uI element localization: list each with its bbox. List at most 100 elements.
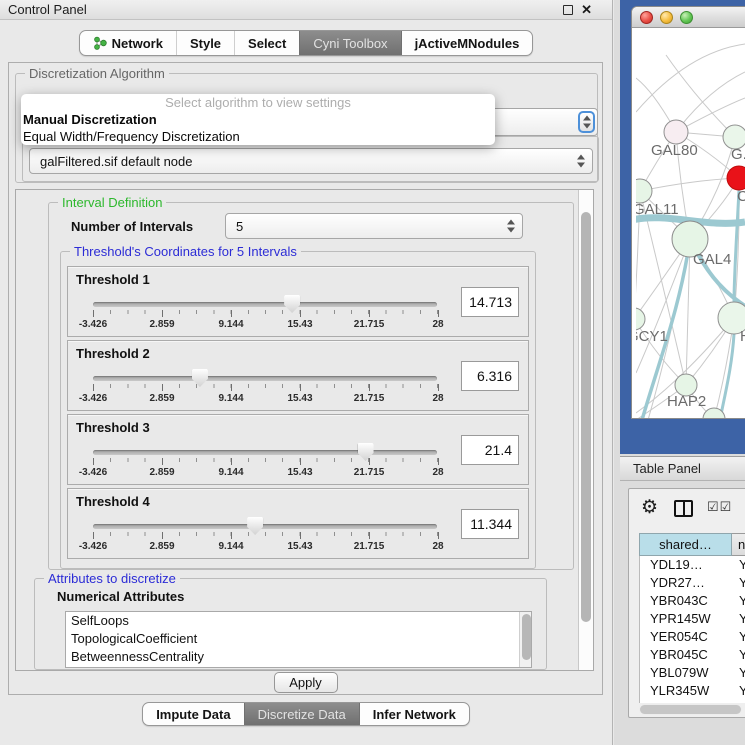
threshold-slider[interactable]: -3.4262.8599.14415.4321.71528 bbox=[93, 367, 438, 409]
tab-infer-network[interactable]: Infer Network bbox=[359, 703, 469, 725]
tab-style[interactable]: Style bbox=[176, 31, 234, 55]
control-panel-titlebar: Control Panel ✕ bbox=[0, 0, 612, 20]
table-row[interactable]: YDR27…YDR2 bbox=[640, 574, 745, 592]
columns-icon[interactable] bbox=[674, 500, 693, 517]
float-window-icon[interactable] bbox=[563, 5, 573, 15]
table-row[interactable]: YIL052CYIL0 bbox=[640, 700, 745, 703]
column-header-shared-name[interactable]: shared… bbox=[639, 533, 732, 556]
algorithm-combobox-spinner[interactable] bbox=[578, 111, 595, 133]
network-canvas[interactable]: GAL80G.CGAL11GAL4GCY1HHAP2 bbox=[636, 28, 745, 418]
slider-track[interactable] bbox=[93, 450, 437, 455]
number-of-intervals-combobox[interactable]: 5 bbox=[225, 213, 523, 239]
network-node-gal80[interactable] bbox=[664, 120, 688, 144]
algorithm-option-manual[interactable]: Manual Discretization bbox=[21, 111, 495, 128]
network-view-frame: GAL80G.CGAL11GAL4GCY1HHAP2 bbox=[620, 0, 745, 454]
attributes-list-scrollbar[interactable] bbox=[519, 612, 531, 667]
threshold-slider[interactable]: -3.4262.8599.14415.4321.71528 bbox=[93, 515, 438, 557]
name-cell[interactable]: YDR2 bbox=[733, 574, 745, 592]
table-row[interactable]: YDL19…YDL1 bbox=[640, 556, 745, 574]
cyni-toolbox-panel: Discretization Algorithm Table Data galF… bbox=[8, 62, 603, 695]
shared-name-cell[interactable]: YBR045C bbox=[640, 646, 733, 664]
gear-icon[interactable]: ⚙ bbox=[641, 496, 658, 520]
close-traffic-light-icon[interactable] bbox=[640, 11, 653, 24]
table-data-combobox-value: galFiltered.sif default node bbox=[40, 154, 192, 169]
attribute-list-item[interactable]: BetweennessCentrality bbox=[66, 648, 531, 666]
shared-name-cell[interactable]: YDR27… bbox=[640, 574, 733, 592]
name-cell[interactable]: YIL0 bbox=[733, 700, 745, 703]
close-icon[interactable]: ✕ bbox=[581, 2, 592, 18]
apply-button[interactable]: Apply bbox=[274, 672, 338, 693]
slider-track[interactable] bbox=[93, 376, 437, 381]
threshold-panel: Threshold 1 -3.4262.8599.14415.4321.7152… bbox=[67, 266, 529, 337]
tab-cyni-toolbox-label: Cyni Toolbox bbox=[313, 36, 387, 51]
table-row[interactable]: YBR043CYBR0 bbox=[640, 592, 745, 610]
table-row[interactable]: YBL079WYBL0 bbox=[640, 664, 745, 682]
threshold-slider[interactable]: -3.4262.8599.14415.4321.71528 bbox=[93, 293, 438, 335]
spinner-arrows-icon bbox=[507, 220, 515, 233]
shared-name-cell[interactable]: YER054C bbox=[640, 628, 733, 646]
attribute-list-item[interactable]: SelfLoops bbox=[66, 612, 531, 630]
shared-name-cell[interactable]: YDL19… bbox=[640, 556, 733, 574]
name-cell[interactable]: YBL0 bbox=[733, 664, 745, 682]
slider-tick-label: 15.43 bbox=[287, 541, 312, 552]
table-row[interactable]: YER054CYER0 bbox=[640, 628, 745, 646]
tab-jactivemnodules[interactable]: jActiveMNodules bbox=[401, 31, 533, 55]
tab-impute-data-label: Impute Data bbox=[156, 707, 230, 722]
name-cell[interactable]: YDL1 bbox=[733, 556, 745, 574]
threshold-value-input[interactable] bbox=[461, 287, 519, 317]
table-horizontal-scrollbar[interactable] bbox=[639, 704, 742, 715]
minimize-traffic-light-icon[interactable] bbox=[660, 11, 673, 24]
shared-name-cell[interactable]: YIL052C bbox=[640, 700, 733, 703]
threshold-slider[interactable]: -3.4262.8599.14415.4321.71528 bbox=[93, 441, 438, 483]
tab-discretize-data[interactable]: Discretize Data bbox=[244, 703, 359, 725]
table-row[interactable]: YPR145WYPR1 bbox=[640, 610, 745, 628]
shared-name-cell[interactable]: YPR145W bbox=[640, 610, 733, 628]
name-cell[interactable]: YBR0 bbox=[733, 592, 745, 610]
attributes-list-scrollbar-thumb[interactable] bbox=[522, 614, 531, 660]
tab-cyni-toolbox[interactable]: Cyni Toolbox bbox=[299, 31, 400, 55]
threshold-label: Threshold 1 bbox=[76, 272, 150, 287]
slider-track[interactable] bbox=[93, 302, 437, 307]
network-node-gal11[interactable] bbox=[636, 179, 652, 203]
algorithm-option-equal-width[interactable]: Equal Width/Frequency Discretization bbox=[21, 128, 495, 145]
spinner-arrows-icon bbox=[583, 116, 591, 129]
name-cell[interactable]: YBR0 bbox=[733, 646, 745, 664]
slider-major-ticks bbox=[93, 532, 438, 539]
attributes-group: Attributes to discretize Numerical Attri… bbox=[34, 578, 547, 670]
network-window-titlebar[interactable] bbox=[632, 7, 745, 28]
tab-network[interactable]: Network bbox=[80, 31, 176, 55]
name-cell[interactable]: YLR3 bbox=[733, 682, 745, 700]
tab-impute-data[interactable]: Impute Data bbox=[143, 703, 243, 725]
table-horizontal-scrollbar-thumb[interactable] bbox=[640, 705, 741, 714]
slider-track[interactable] bbox=[93, 524, 437, 529]
table-row[interactable]: YLR345WYLR3 bbox=[640, 682, 745, 700]
table-data-combobox[interactable]: galFiltered.sif default node bbox=[29, 148, 593, 174]
column-header-name[interactable]: n bbox=[732, 533, 745, 556]
settings-scrollbar-thumb[interactable] bbox=[581, 212, 591, 622]
slider-tick-labels: -3.4262.8599.14415.4321.71528 bbox=[93, 319, 438, 331]
threshold-value-input[interactable] bbox=[461, 509, 519, 539]
name-cell[interactable]: YER0 bbox=[733, 628, 745, 646]
tab-select[interactable]: Select bbox=[234, 31, 299, 55]
table-row[interactable]: YBR045CYBR0 bbox=[640, 646, 745, 664]
settings-scroll-pane: Interval Definition Number of Intervals … bbox=[15, 189, 594, 671]
slider-major-ticks bbox=[93, 458, 438, 465]
name-cell[interactable]: YPR1 bbox=[733, 610, 745, 628]
table-panel-header: Table Panel bbox=[620, 456, 745, 481]
control-panel: Control Panel ✕ Network Style Select Cyn… bbox=[0, 0, 613, 745]
network-node-label: GAL11 bbox=[636, 201, 679, 218]
network-node-gcy1[interactable] bbox=[636, 308, 645, 330]
threshold-value-input[interactable] bbox=[461, 435, 519, 465]
shared-name-cell[interactable]: YLR345W bbox=[640, 682, 733, 700]
numerical-attributes-list[interactable]: SelfLoopsTopologicalCoefficientBetweenne… bbox=[65, 611, 532, 668]
zoom-traffic-light-icon[interactable] bbox=[680, 11, 693, 24]
attribute-list-item[interactable]: TopologicalCoefficient bbox=[66, 630, 531, 648]
tab-style-label: Style bbox=[190, 36, 221, 51]
network-graph[interactable]: GAL80G.CGAL11GAL4GCY1HHAP2 bbox=[636, 28, 745, 418]
settings-scrollbar[interactable] bbox=[578, 190, 593, 670]
network-node-label: GAL4 bbox=[693, 251, 731, 268]
threshold-value-input[interactable] bbox=[461, 361, 519, 391]
shared-name-cell[interactable]: YBL079W bbox=[640, 664, 733, 682]
shared-name-cell[interactable]: YBR043C bbox=[640, 592, 733, 610]
select-columns-checkboxes-icon[interactable]: ☑☑ bbox=[707, 499, 732, 515]
